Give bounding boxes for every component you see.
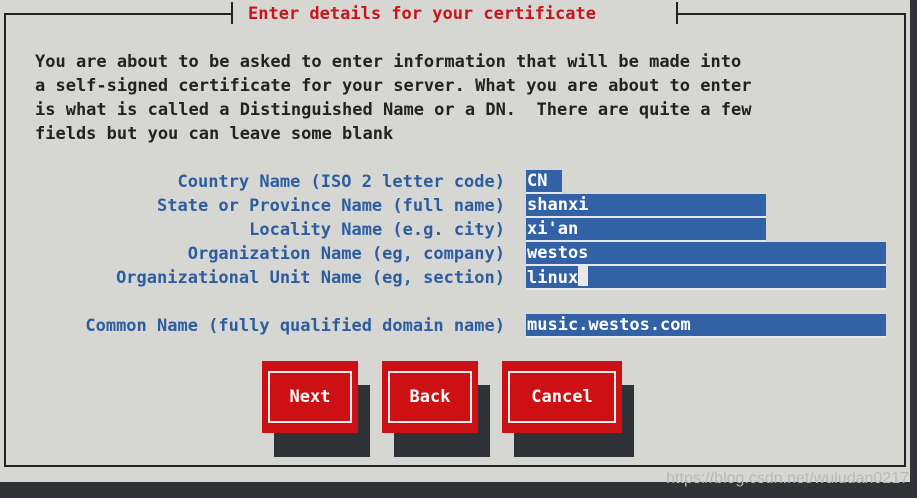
- next-button-label: Next: [268, 371, 352, 423]
- next-button[interactable]: Next: [262, 361, 358, 433]
- state-name-value: shanxi: [527, 195, 589, 215]
- common-name-value: music.westos.com: [527, 315, 691, 335]
- locality-name-value: xi'an: [527, 219, 579, 239]
- organization-name-label: Organization Name (eg, company): [187, 244, 505, 264]
- country-name-field[interactable]: CN: [526, 170, 562, 194]
- common-name-field[interactable]: music.westos.com: [526, 314, 886, 338]
- certificate-dialog: Enter details for your certificate You a…: [0, 0, 910, 482]
- cancel-button[interactable]: Cancel: [502, 361, 622, 433]
- locality-name-label: Locality Name (e.g. city): [249, 220, 505, 240]
- common-name-label: Common Name (fully qualified domain name…: [85, 316, 505, 336]
- frame-border-right: [904, 13, 906, 467]
- intro-line: fields but you can leave some blank: [35, 124, 394, 144]
- text-cursor: [578, 266, 589, 286]
- intro-line: a self-signed certificate for your serve…: [35, 76, 752, 96]
- locality-name-field[interactable]: xi'an: [526, 218, 766, 242]
- state-name-field[interactable]: shanxi: [526, 194, 766, 218]
- intro-line: You are about to be asked to enter infor…: [35, 52, 742, 72]
- org-unit-name-field[interactable]: linux: [526, 266, 886, 290]
- title-bracket-left: [231, 2, 233, 24]
- back-button-label: Back: [388, 371, 472, 423]
- frame-border-top-right: [677, 13, 906, 15]
- country-name-label: Country Name (ISO 2 letter code): [177, 172, 505, 192]
- intro-text: You are about to be asked to enter infor…: [35, 50, 751, 146]
- org-unit-name-value: linux: [527, 268, 579, 288]
- dialog-title: Enter details for your certificate: [242, 3, 602, 25]
- organization-name-value: westos: [527, 243, 589, 263]
- frame-border-left: [4, 13, 6, 467]
- country-name-value: CN: [527, 171, 548, 191]
- cancel-button-label: Cancel: [508, 371, 616, 423]
- frame-border-bottom: [4, 465, 906, 467]
- watermark-text: https://blog.csdn.net/wuludan0217: [666, 470, 909, 487]
- organization-name-field[interactable]: westos: [526, 242, 886, 266]
- state-name-label: State or Province Name (full name): [157, 196, 505, 216]
- title-bracket-right: [676, 2, 678, 24]
- intro-line: is what is called a Distinguished Name o…: [35, 100, 752, 120]
- org-unit-name-label: Organizational Unit Name (eg, section): [116, 268, 505, 288]
- frame-border-top-left: [4, 13, 231, 15]
- back-button[interactable]: Back: [382, 361, 478, 433]
